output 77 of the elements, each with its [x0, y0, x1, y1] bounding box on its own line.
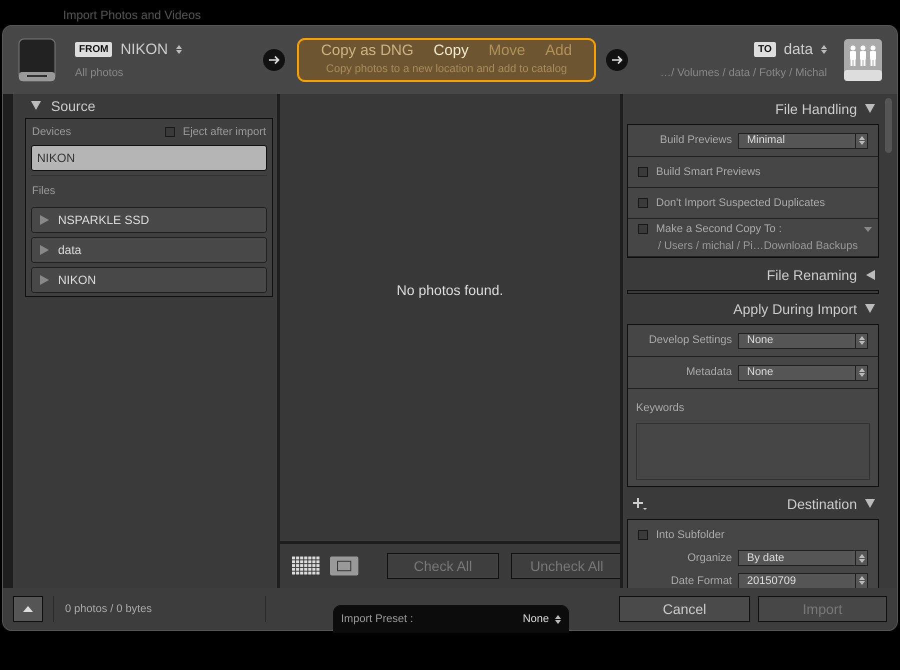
section-title[interactable]: File Renaming — [766, 264, 857, 286]
updown-icon — [858, 554, 864, 563]
updown-icon — [858, 136, 864, 145]
destination-name[interactable]: data — [784, 38, 813, 61]
expand-triangle-icon[interactable] — [40, 215, 50, 225]
checkbox-label: Into Subfolder — [656, 528, 724, 543]
collapse-triangle-icon[interactable] — [865, 104, 875, 114]
up-arrow-icon — [23, 606, 33, 612]
folder-item[interactable]: NIKON — [31, 267, 267, 293]
import-preset-bar[interactable]: Import Preset : None — [333, 605, 569, 633]
add-icon[interactable] — [633, 497, 647, 511]
destination-path: …/ Volumes / data / Fotky / Michal — [660, 66, 827, 81]
mode-tab[interactable]: Copy — [434, 42, 469, 62]
updown-icon — [858, 336, 864, 345]
drive-icon — [17, 38, 57, 82]
section-label: Files — [31, 184, 56, 198]
mode-description: Copy photos to a new location and add to catalog — [326, 62, 567, 78]
folder-name: NSPARKLE SSD — [58, 212, 150, 229]
collapse-triangle-icon[interactable] — [865, 499, 875, 509]
source-picker-icon — [176, 45, 182, 54]
backup-path: / Users / michal / Pi…Download Backups — [657, 238, 859, 254]
collapse-triangle-icon[interactable] — [31, 101, 41, 111]
dropdown[interactable]: 20150709 — [738, 572, 868, 588]
dropdown-arrow-icon[interactable] — [864, 226, 872, 232]
field-label: Date Format — [670, 574, 732, 588]
section-title[interactable]: Destination — [786, 494, 857, 514]
source-name[interactable]: NIKON — [120, 38, 168, 61]
checkbox-label: Don't Import Suspected Duplicates — [656, 196, 826, 211]
folder-item[interactable]: NSPARKLE SSD — [31, 207, 267, 233]
checkbox[interactable] — [638, 530, 648, 540]
cancel-button[interactable]: Cancel — [619, 596, 750, 622]
folder-name: data — [58, 242, 82, 259]
preset-picker-icon — [555, 614, 561, 624]
scrollbar[interactable] — [885, 98, 892, 153]
mode-tab[interactable]: Copy as DNG — [321, 42, 414, 62]
checkbox[interactable] — [638, 198, 648, 208]
collapse-triangle-icon[interactable] — [865, 304, 875, 314]
folder-item[interactable]: data — [31, 237, 267, 263]
checkbox[interactable] — [638, 224, 648, 234]
from-tag: FROM — [75, 42, 112, 58]
dropdown[interactable]: By date — [738, 550, 868, 566]
to-tag: TO — [754, 42, 776, 58]
expand-button[interactable] — [13, 596, 43, 622]
expand-triangle-icon[interactable] — [40, 275, 50, 285]
checkbox-label: Build Smart Previews — [656, 164, 761, 180]
updown-icon — [858, 368, 864, 377]
preset-value: None — [522, 612, 549, 627]
expand-triangle-icon[interactable] — [865, 270, 875, 280]
source-subtitle: All photos — [75, 66, 124, 81]
loupe-view-icon[interactable] — [330, 556, 359, 576]
grid-view-icon[interactable] — [292, 556, 320, 576]
preset-label: Import Preset : — [341, 612, 414, 627]
empty-message: No photos found. — [396, 281, 504, 300]
updown-icon — [858, 576, 864, 586]
section-title[interactable]: Apply During Import — [733, 298, 857, 320]
field-label: Metadata — [685, 365, 732, 380]
panel-title: Source — [51, 96, 96, 116]
expand-triangle-icon[interactable] — [40, 245, 50, 255]
dropdown[interactable]: None — [738, 332, 868, 348]
checkbox[interactable] — [638, 167, 648, 177]
field-label: Build Previews — [658, 133, 732, 148]
checkbox[interactable] — [164, 127, 175, 137]
window-title: Import Photos and Videos — [63, 9, 202, 21]
device-item[interactable]: NIKON — [31, 145, 267, 171]
destination-picker-icon — [821, 45, 827, 54]
section-title[interactable]: File Handling — [775, 98, 857, 120]
folder-name: NIKON — [58, 272, 96, 289]
section-label: Devices — [32, 124, 72, 140]
import-summary: 0 photos / 0 bytes — [65, 602, 153, 617]
checkbox-label: Make a Second Copy To : — [656, 222, 783, 237]
network-drive-icon — [843, 38, 883, 82]
field-label: Develop Settings — [648, 333, 732, 348]
checkbox-label: Eject after import — [182, 124, 266, 140]
dropdown[interactable]: Minimal — [738, 132, 868, 148]
dropdown[interactable]: None — [738, 364, 868, 380]
field-label: Organize — [686, 551, 732, 566]
keywords-label: Keywords — [636, 402, 684, 414]
